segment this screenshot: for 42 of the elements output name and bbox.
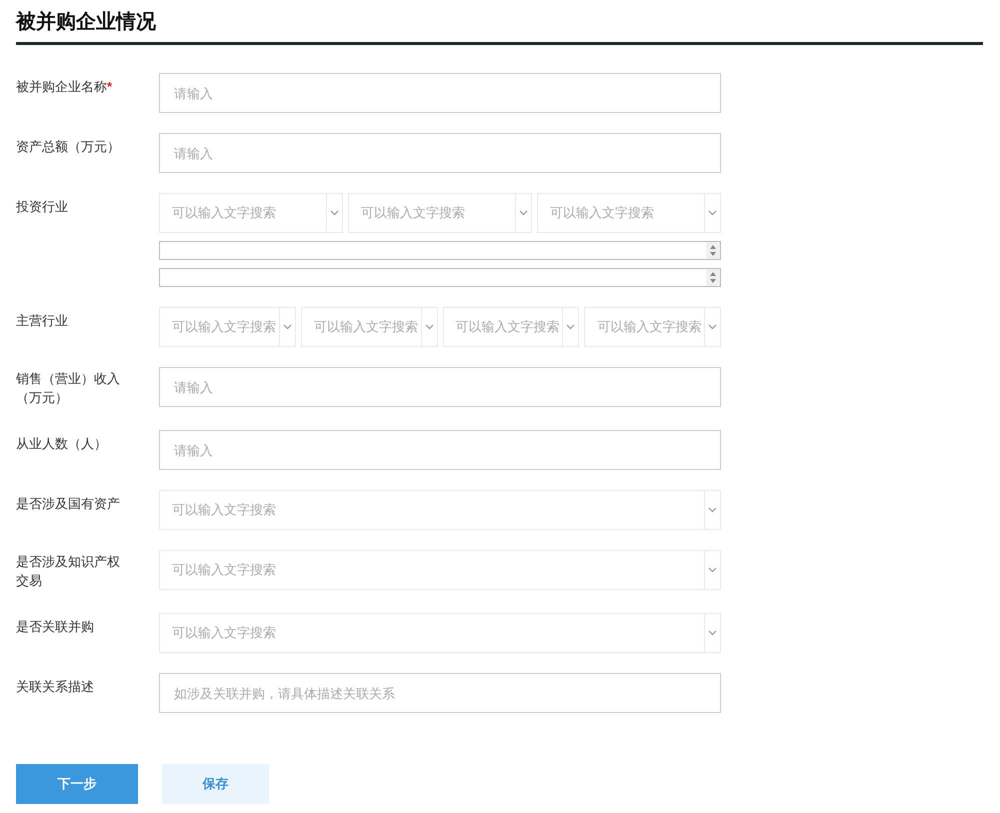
select-field[interactable]: 可以输入文字搜索 [159, 193, 343, 233]
select-field[interactable]: 可以输入文字搜索 [159, 307, 296, 347]
field-label: 资产总额（万元） [16, 138, 121, 156]
text-field[interactable]: 请输入 [159, 430, 721, 470]
field-label: 从业人数（人） [16, 435, 108, 453]
chevron-down-icon [282, 324, 292, 330]
field-label: 是否涉及国有资产 [16, 495, 121, 513]
number-input[interactable] [159, 268, 721, 287]
number-input[interactable] [159, 241, 721, 260]
chevron-down-icon [330, 210, 339, 216]
select-field[interactable]: 可以输入文字搜索 [300, 307, 438, 347]
text-field[interactable]: 请输入 [159, 73, 721, 113]
field-label: 关联关系描述 [16, 678, 95, 696]
select-field[interactable]: 可以输入文字搜索 [348, 193, 532, 233]
field-label: 销售（营业）收入（万元） [16, 370, 121, 407]
select-field[interactable]: 可以输入文字搜索 [159, 613, 721, 653]
text-field[interactable]: 如涉及关联并购，请具体描述关联关系 [159, 673, 721, 713]
select-field[interactable]: 可以输入文字搜索 [442, 307, 580, 347]
select-field[interactable]: 可以输入文字搜索 [159, 490, 721, 530]
text-field[interactable]: 请输入 [159, 133, 721, 173]
chevron-down-icon [708, 567, 717, 573]
select-field[interactable]: 可以输入文字搜索 [584, 307, 721, 347]
chevron-down-icon [708, 324, 717, 330]
field-label: 投资行业 [16, 198, 69, 216]
select-field[interactable]: 可以输入文字搜索 [159, 550, 721, 590]
chevron-down-icon [424, 324, 434, 330]
chevron-down-icon [708, 630, 717, 636]
field-label: 是否关联并购 [16, 618, 95, 636]
section-title: 被并购企业情况 [16, 10, 156, 34]
spinner-arrows-icon [706, 269, 720, 286]
chevron-down-icon [566, 324, 576, 330]
chevron-down-icon [519, 210, 528, 216]
save-button[interactable]: 保存 [162, 764, 269, 804]
text-field[interactable]: 请输入 [159, 367, 721, 407]
spinner-arrows-icon [706, 242, 720, 259]
chevron-down-icon [708, 210, 717, 216]
select-field[interactable]: 可以输入文字搜索 [537, 193, 721, 233]
chevron-down-icon [708, 507, 717, 513]
field-label: 被并购企业名称* [16, 78, 114, 96]
field-label: 是否涉及知识产权交易 [16, 553, 121, 590]
field-label: 主营行业 [16, 312, 69, 330]
next-button[interactable]: 下一步 [16, 764, 138, 804]
